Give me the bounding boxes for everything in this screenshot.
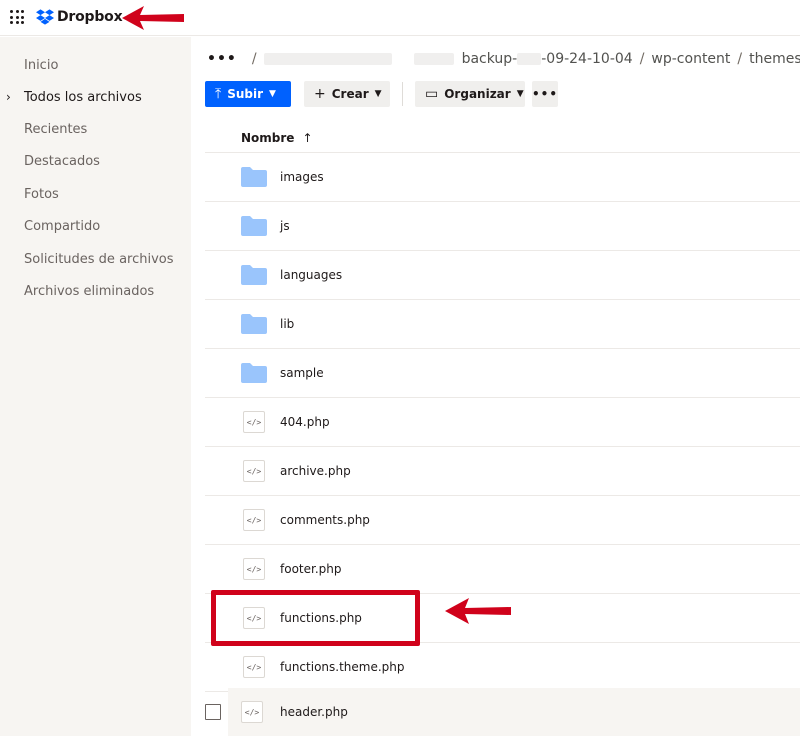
item-name: archive.php <box>280 464 351 478</box>
sidebar-item-fotos[interactable]: Fotos <box>0 179 191 209</box>
sidebar-item-solicitudes[interactable]: Solicitudes de archivos <box>0 244 191 274</box>
list-item[interactable]: </> footer.php <box>205 545 800 594</box>
folder-icon <box>241 167 267 187</box>
list-item[interactable]: </> 404.php <box>205 398 800 447</box>
sidebar-item-todos-los-archivos[interactable]: › Todos los archivos <box>0 82 191 112</box>
item-name: images <box>280 170 324 184</box>
list-item[interactable]: js <box>205 202 800 251</box>
list-item[interactable]: </> functions.theme.php <box>205 643 800 692</box>
organize-label: Organizar <box>444 87 511 101</box>
row-select-checkbox[interactable] <box>205 704 221 720</box>
code-file-icon: </> <box>243 656 265 678</box>
sidebar-item-label: Todos los archivos <box>24 89 142 105</box>
sidebar-item-label: Solicitudes de archivos <box>24 251 174 267</box>
code-file-icon: </> <box>243 558 265 580</box>
annotation-highlight-box <box>211 590 420 646</box>
organize-button[interactable]: ▭ Organizar ▼ <box>415 81 525 107</box>
list-item[interactable]: lib <box>205 300 800 349</box>
list-item[interactable]: </> comments.php <box>205 496 800 545</box>
sidebar-item-destacados[interactable]: Destacados <box>0 146 191 176</box>
code-file-icon: </> <box>243 411 265 433</box>
sidebar-item-label: Recientes <box>24 121 88 137</box>
chevron-down-icon: ▼ <box>516 89 524 99</box>
item-name: 404.php <box>280 415 330 429</box>
breadcrumb-separator: / <box>639 51 645 67</box>
sidebar-item-label: Destacados <box>24 153 100 169</box>
redacted-segment <box>263 53 392 65</box>
list-header: Nombre ↑ <box>205 123 800 153</box>
item-name: lib <box>280 317 295 331</box>
breadcrumb-wp-content[interactable]: wp-content <box>651 51 730 67</box>
annotation-arrow-icon <box>122 6 184 30</box>
upload-icon: ⤒ <box>215 86 222 102</box>
sidebar-item-label: Inicio <box>24 57 59 73</box>
code-file-icon: </> <box>243 460 265 482</box>
top-bar: Dropbox <box>0 0 800 36</box>
chevron-down-icon: ▼ <box>374 89 382 99</box>
sidebar-item-label: Compartido <box>24 218 101 234</box>
chevron-down-icon: ▼ <box>269 89 276 99</box>
item-name: js <box>280 219 290 233</box>
breadcrumb-themes[interactable]: themes <box>749 51 800 67</box>
list-item[interactable]: sample <box>205 349 800 398</box>
breadcrumb: ••• / backup- -09-24-10-04 / wp-content … <box>207 49 800 69</box>
breadcrumb-backup-prefix[interactable]: backup- <box>462 51 518 67</box>
item-name: header.php <box>280 705 348 719</box>
list-item[interactable]: </> header.php <box>228 688 800 736</box>
folder-icon <box>241 216 267 236</box>
folder-icon <box>241 265 267 285</box>
more-options-button[interactable]: ••• <box>532 81 558 107</box>
breadcrumb-more-button[interactable]: ••• <box>207 51 237 67</box>
sidebar-item-label: Fotos <box>24 186 59 202</box>
plus-icon: + <box>314 86 326 102</box>
create-button[interactable]: + Crear ▼ <box>304 81 390 107</box>
code-file-icon: </> <box>243 509 265 531</box>
breadcrumb-separator: / <box>737 51 743 67</box>
column-name-header[interactable]: Nombre <box>241 131 294 145</box>
item-name: functions.theme.php <box>280 660 405 674</box>
item-name: languages <box>280 268 343 282</box>
create-label: Crear <box>331 87 369 101</box>
item-name: sample <box>280 366 324 380</box>
code-file-icon: </> <box>241 701 263 723</box>
app-grid-icon[interactable] <box>10 10 24 24</box>
sidebar-item-inicio[interactable]: Inicio <box>0 50 191 80</box>
upload-button[interactable]: ⤒ Subir ▼ <box>205 81 291 107</box>
folder-outline-icon: ▭ <box>425 86 439 102</box>
folder-icon <box>241 363 267 383</box>
dropbox-logo-icon <box>36 9 54 25</box>
sidebar-item-label: Archivos eliminados <box>24 283 155 299</box>
folder-icon <box>241 314 267 334</box>
item-name: footer.php <box>280 562 342 576</box>
sidebar-item-compartido[interactable]: Compartido <box>0 211 191 241</box>
list-item[interactable]: languages <box>205 251 800 300</box>
sidebar-item-eliminados[interactable]: Archivos eliminados <box>0 276 191 306</box>
breadcrumb-backup-suffix[interactable]: -09-24-10-04 <box>541 51 632 67</box>
redacted-gap <box>391 53 414 65</box>
sidebar: Inicio › Todos los archivos Recientes De… <box>0 37 191 736</box>
sort-arrow-icon[interactable]: ↑ <box>302 131 312 145</box>
list-item[interactable]: images <box>205 153 800 202</box>
breadcrumb-separator: / <box>251 51 257 67</box>
redacted-segment <box>517 53 542 65</box>
list-item[interactable]: </> archive.php <box>205 447 800 496</box>
item-name: comments.php <box>280 513 370 527</box>
dropbox-logo[interactable]: Dropbox <box>36 6 123 28</box>
chevron-right-icon: › <box>6 90 11 104</box>
upload-label: Subir <box>227 87 264 101</box>
redacted-segment <box>413 53 454 65</box>
toolbar: ⤒ Subir ▼ + Crear ▼ ▭ Organizar ▼ ••• <box>205 81 558 107</box>
brand-name: Dropbox <box>57 9 123 25</box>
toolbar-divider <box>402 82 403 106</box>
sidebar-item-recientes[interactable]: Recientes <box>0 114 191 144</box>
annotation-arrow-icon <box>445 598 511 624</box>
